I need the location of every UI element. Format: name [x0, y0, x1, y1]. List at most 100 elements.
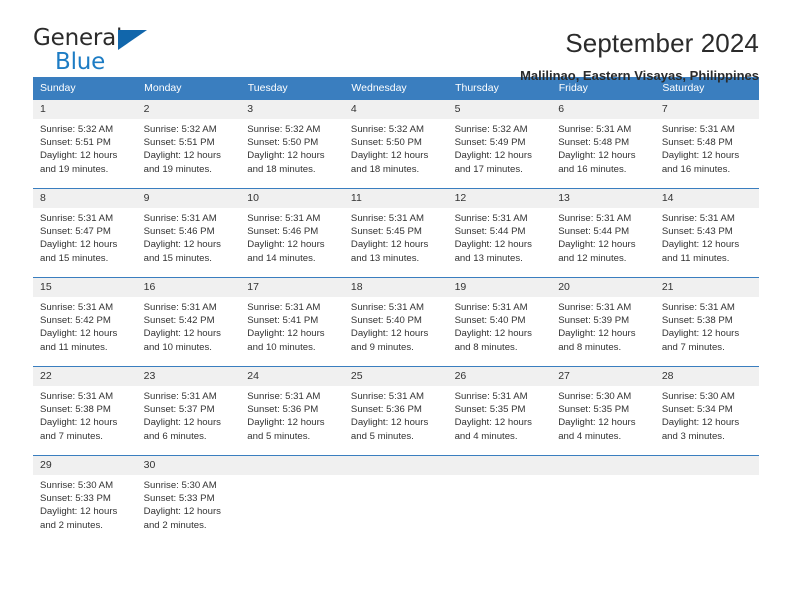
calendar-day-cell[interactable]: 5 Sunrise: 5:32 AM Sunset: 5:49 PM Daylight… [447, 99, 552, 189]
day-details: Sunrise: 5:31 AM Sunset: 5:43 PM Daylight:… [655, 208, 759, 265]
day-detail-line: and 15 minutes. [143, 252, 212, 264]
day-detail-line: Daylight: 12 hours [454, 239, 532, 251]
day-detail-line: and 4 minutes. [558, 430, 622, 442]
calendar-cell-empty [447, 455, 552, 536]
title-block: September 2024 Malilinao, Eastern Visaya… [520, 27, 759, 86]
weekday-header-wednesday: Wednesday [343, 77, 449, 100]
day-number: 11 [343, 189, 448, 208]
day-details: Sunrise: 5:31 AM Sunset: 5:36 PM Daylight:… [240, 386, 344, 443]
day-number: 3 [240, 100, 344, 119]
day-detail-line: and 16 minutes. [558, 163, 627, 175]
day-details [344, 475, 448, 479]
calendar-day-cell[interactable]: 22 Sunrise: 5:31 AM Sunset: 5:38 PM Dayligh… [33, 366, 137, 456]
day-number: 5 [447, 100, 552, 119]
day-detail-line: Daylight: 12 hours [247, 239, 325, 251]
calendar-day-cell[interactable]: 11 Sunrise: 5:31 AM Sunset: 5:45 PM Dayligh… [343, 188, 448, 278]
weekday-header-monday: Monday [136, 77, 241, 100]
day-detail-line: and 2 minutes. [143, 519, 207, 531]
day-detail-line: and 8 minutes. [558, 341, 622, 353]
day-detail-line: Sunset: 5:42 PM [40, 315, 111, 327]
day-number: 23 [136, 367, 241, 386]
generalblue-logo[interactable]: General Blue [33, 27, 148, 75]
calendar-day-cell[interactable]: 14 Sunrise: 5:31 AM Sunset: 5:43 PM Dayligh… [654, 188, 759, 278]
day-details [240, 475, 344, 479]
calendar-day-cell[interactable]: 30 Sunrise: 5:30 AM Sunset: 5:33 PM Dayligh… [136, 455, 241, 536]
day-detail-line: Sunrise: 5:31 AM [558, 302, 632, 313]
day-detail-line: Sunset: 5:35 PM [558, 404, 630, 416]
day-detail-line: Sunrise: 5:31 AM [661, 124, 735, 135]
day-detail-line: Sunset: 5:36 PM [247, 404, 319, 416]
day-detail-line: Daylight: 12 hours [143, 506, 221, 518]
day-number [240, 456, 344, 475]
day-details: Sunrise: 5:31 AM Sunset: 5:47 PM Daylight:… [33, 208, 137, 265]
day-details: Sunrise: 5:31 AM Sunset: 5:38 PM Daylight:… [33, 386, 137, 443]
calendar-day-cell[interactable]: 12 Sunrise: 5:31 AM Sunset: 5:44 PM Dayligh… [447, 188, 552, 278]
calendar-day-cell[interactable]: 17 Sunrise: 5:31 AM Sunset: 5:41 PM Dayligh… [240, 277, 344, 367]
day-detail-line: and 10 minutes. [143, 341, 212, 353]
calendar-day-cell[interactable]: 27 Sunrise: 5:30 AM Sunset: 5:35 PM Dayligh… [551, 366, 655, 456]
day-number: 24 [240, 367, 344, 386]
day-detail-line: Sunrise: 5:32 AM [247, 124, 321, 135]
calendar-day-cell[interactable]: 15 Sunrise: 5:31 AM Sunset: 5:42 PM Dayligh… [33, 277, 137, 367]
day-detail-line: and 3 minutes. [661, 430, 725, 442]
day-details: Sunrise: 5:31 AM Sunset: 5:41 PM Daylight:… [240, 297, 344, 354]
day-number [551, 456, 655, 475]
day-detail-line: Daylight: 12 hours [661, 417, 740, 429]
day-number: 16 [136, 278, 241, 297]
calendar-day-cell[interactable]: 8 Sunrise: 5:31 AM Sunset: 5:47 PM Daylight… [33, 188, 137, 278]
day-details: Sunrise: 5:32 AM Sunset: 5:50 PM Daylight:… [344, 119, 448, 176]
calendar-day-cell[interactable]: 2 Sunrise: 5:32 AM Sunset: 5:51 PM Daylight… [136, 99, 241, 189]
day-detail-line: Daylight: 12 hours [558, 417, 636, 429]
calendar-day-cell[interactable]: 21 Sunrise: 5:31 AM Sunset: 5:38 PM Dayligh… [654, 277, 759, 367]
calendar-day-cell[interactable]: 3 Sunrise: 5:32 AM Sunset: 5:50 PM Daylight… [240, 99, 344, 189]
weekday-header-sunday: Sunday [33, 77, 138, 100]
day-detail-line: Daylight: 12 hours [40, 239, 118, 251]
calendar-day-cell[interactable]: 9 Sunrise: 5:31 AM Sunset: 5:46 PM Daylight… [136, 188, 241, 278]
calendar-page: General Blue September 2024 Malilinao, E… [0, 0, 792, 612]
weekday-header-tuesday: Tuesday [240, 77, 345, 100]
day-detail-line: Daylight: 12 hours [661, 150, 740, 162]
day-detail-line: Daylight: 12 hours [40, 417, 118, 429]
day-detail-line: Daylight: 12 hours [661, 239, 740, 251]
day-details: Sunrise: 5:31 AM Sunset: 5:44 PM Daylight:… [448, 208, 552, 265]
day-detail-line: Sunset: 5:44 PM [454, 226, 526, 238]
calendar-day-cell[interactable]: 23 Sunrise: 5:31 AM Sunset: 5:37 PM Dayligh… [136, 366, 241, 456]
day-number: 28 [654, 367, 759, 386]
calendar-week-row: 29 Sunrise: 5:30 AM Sunset: 5:33 PM Dayligh… [33, 455, 759, 536]
day-detail-line: Sunrise: 5:30 AM [661, 391, 735, 402]
day-detail-line: Daylight: 12 hours [143, 150, 221, 162]
day-detail-line: Sunrise: 5:32 AM [350, 124, 424, 135]
calendar-day-cell[interactable]: 6 Sunrise: 5:31 AM Sunset: 5:48 PM Daylight… [551, 99, 655, 189]
day-detail-line: Sunset: 5:49 PM [454, 137, 526, 149]
day-detail-line: Sunrise: 5:31 AM [143, 302, 217, 313]
calendar-day-cell[interactable]: 19 Sunrise: 5:31 AM Sunset: 5:40 PM Dayligh… [447, 277, 552, 367]
calendar-day-cell[interactable]: 26 Sunrise: 5:31 AM Sunset: 5:35 PM Dayligh… [447, 366, 552, 456]
day-details [551, 475, 655, 479]
calendar-day-cell[interactable]: 16 Sunrise: 5:31 AM Sunset: 5:42 PM Dayligh… [136, 277, 241, 367]
day-detail-line: Sunrise: 5:31 AM [143, 391, 217, 402]
calendar-day-cell[interactable]: 24 Sunrise: 5:31 AM Sunset: 5:36 PM Dayligh… [240, 366, 344, 456]
day-detail-line: Sunrise: 5:31 AM [247, 213, 321, 224]
calendar-day-cell[interactable]: 25 Sunrise: 5:31 AM Sunset: 5:36 PM Dayligh… [343, 366, 448, 456]
day-details: Sunrise: 5:31 AM Sunset: 5:39 PM Daylight:… [551, 297, 655, 354]
calendar-day-cell[interactable]: 29 Sunrise: 5:30 AM Sunset: 5:33 PM Dayligh… [33, 455, 137, 536]
calendar-day-cell[interactable]: 1 Sunrise: 5:32 AM Sunset: 5:51 PM Daylight… [33, 99, 137, 189]
day-detail-line: Sunset: 5:50 PM [350, 137, 422, 149]
day-detail-line: Sunset: 5:44 PM [558, 226, 630, 238]
calendar-day-cell[interactable]: 13 Sunrise: 5:31 AM Sunset: 5:44 PM Dayligh… [551, 188, 655, 278]
day-detail-line: Sunrise: 5:31 AM [143, 213, 217, 224]
day-detail-line: Sunset: 5:37 PM [143, 404, 215, 416]
logo-triangle-icon [118, 30, 147, 50]
day-number: 26 [447, 367, 552, 386]
day-detail-line: Daylight: 12 hours [350, 150, 429, 162]
calendar-day-cell[interactable]: 28 Sunrise: 5:30 AM Sunset: 5:34 PM Dayligh… [654, 366, 759, 456]
calendar-day-cell[interactable]: 4 Sunrise: 5:32 AM Sunset: 5:50 PM Daylight… [343, 99, 448, 189]
day-details: Sunrise: 5:32 AM Sunset: 5:51 PM Daylight:… [137, 119, 241, 176]
calendar-day-cell[interactable]: 20 Sunrise: 5:31 AM Sunset: 5:39 PM Dayligh… [551, 277, 655, 367]
calendar-day-cell[interactable]: 18 Sunrise: 5:31 AM Sunset: 5:40 PM Dayligh… [343, 277, 448, 367]
day-detail-line: Sunrise: 5:31 AM [350, 213, 424, 224]
day-detail-line: Sunset: 5:40 PM [350, 315, 422, 327]
day-detail-line: Sunset: 5:51 PM [143, 137, 215, 149]
calendar-day-cell[interactable]: 10 Sunrise: 5:31 AM Sunset: 5:46 PM Dayligh… [240, 188, 344, 278]
calendar-day-cell[interactable]: 7 Sunrise: 5:31 AM Sunset: 5:48 PM Daylight… [654, 99, 759, 189]
